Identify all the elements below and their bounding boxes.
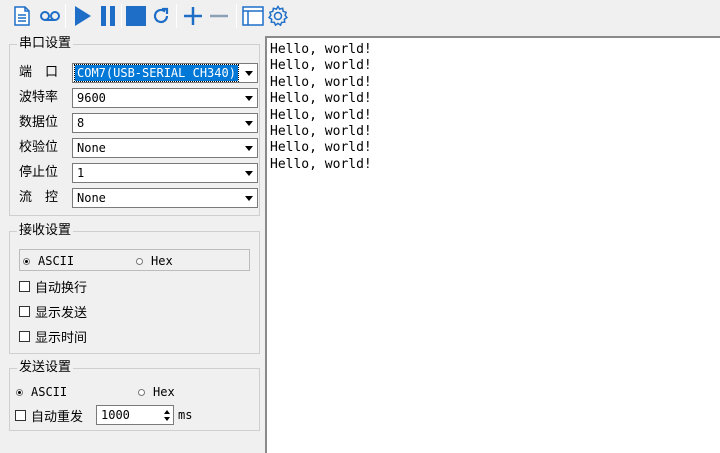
show-send-label: 显示发送 <box>35 305 88 321</box>
interval-spinbox[interactable]: 1000 <box>96 405 174 425</box>
checkbox-icon <box>19 330 30 342</box>
toolbar-separator <box>121 4 122 28</box>
serial-settings-title: 串口设置 <box>17 36 74 52</box>
record-icon[interactable] <box>37 3 63 29</box>
toolbar <box>0 0 720 32</box>
spin-buttons[interactable] <box>160 406 173 424</box>
baud-value: 9600 <box>77 91 106 105</box>
checkbox-icon <box>19 280 30 292</box>
auto-wrap-checkbox[interactable]: 自动换行 <box>19 278 88 296</box>
flow-select[interactable]: None <box>72 188 258 208</box>
baud-label: 波特率 <box>19 90 59 105</box>
stopbits-value: 1 <box>77 166 85 180</box>
spin-up-icon[interactable] <box>163 409 170 414</box>
chevron-down-icon[interactable] <box>241 64 257 82</box>
output-line: Hello, world! <box>270 140 372 156</box>
checkbox-icon <box>19 305 30 317</box>
parity-label: 校验位 <box>19 140 59 155</box>
radio-selected-icon <box>23 257 30 265</box>
output-line: Hello, world! <box>270 74 372 90</box>
parity-value: None <box>77 141 106 155</box>
send-ascii-radio[interactable]: ASCII <box>16 385 67 399</box>
toolbar-separator <box>176 4 177 28</box>
baud-select[interactable]: 9600 <box>72 88 258 108</box>
send-ascii-label: ASCII <box>31 385 68 399</box>
port-value: COM7(USB-SERIAL CH340) <box>74 64 239 82</box>
spin-down-icon[interactable] <box>163 416 170 421</box>
interval-value: 1000 <box>101 408 130 422</box>
parity-select[interactable]: None <box>72 138 258 158</box>
radio-unselected-icon <box>138 388 145 396</box>
output-line: Hello, world! <box>270 123 372 139</box>
remove-icon[interactable] <box>206 3 232 29</box>
auto-resend-checkbox[interactable]: 自动重发 <box>15 407 84 425</box>
port-row: 端 口 COM7(USB-SERIAL CH340) <box>19 63 259 83</box>
auto-resend-label: 自动重发 <box>31 409 84 425</box>
new-document-icon[interactable] <box>9 3 35 29</box>
toolbar-separator <box>236 4 237 28</box>
databits-label: 数据位 <box>19 115 59 130</box>
receive-mode-box: ASCII Hex <box>19 249 250 271</box>
baud-row: 波特率 9600 <box>19 88 259 108</box>
radio-unselected-icon <box>136 257 143 265</box>
stopbits-row: 停止位 1 <box>19 163 259 183</box>
chevron-down-icon[interactable] <box>241 164 257 182</box>
receive-settings-title: 接收设置 <box>17 223 74 239</box>
radio-selected-icon <box>16 388 23 396</box>
port-label: 端 口 <box>19 65 59 80</box>
settings-icon[interactable] <box>265 3 291 29</box>
flow-row: 流 控 None <box>19 188 259 208</box>
toolbar-separator <box>65 4 66 28</box>
flow-label: 流 控 <box>19 190 59 205</box>
receive-hex-label: Hex <box>151 254 173 268</box>
chevron-down-icon[interactable] <box>241 189 257 207</box>
show-send-checkbox[interactable]: 显示发送 <box>19 303 88 321</box>
parity-row: 校验位 None <box>19 138 259 158</box>
flow-value: None <box>77 191 106 205</box>
refresh-icon[interactable] <box>148 3 174 29</box>
show-time-checkbox[interactable]: 显示时间 <box>19 328 88 346</box>
output-line: Hello, world! <box>270 58 372 74</box>
output-line: Hello, world! <box>270 91 372 107</box>
window-icon[interactable] <box>240 3 266 29</box>
databits-value: 8 <box>77 116 85 130</box>
interval-unit: ms <box>178 408 193 422</box>
stop-icon[interactable] <box>123 3 149 29</box>
databits-select[interactable]: 8 <box>72 113 258 133</box>
receive-output-area[interactable]: Hello, world! Hello, world! Hello, world… <box>265 36 720 453</box>
add-icon[interactable] <box>180 3 206 29</box>
play-icon[interactable] <box>69 3 95 29</box>
checkbox-icon <box>15 409 26 421</box>
show-time-label: 显示时间 <box>35 330 88 346</box>
receive-ascii-label: ASCII <box>38 254 75 268</box>
port-select[interactable]: COM7(USB-SERIAL CH340) <box>72 63 258 83</box>
output-line: Hello, world! <box>270 107 372 123</box>
chevron-down-icon[interactable] <box>241 89 257 107</box>
send-settings-group: 发送设置 ASCII Hex 自动重发 1000 ms <box>9 360 260 431</box>
output-line: Hello, world! <box>270 156 372 172</box>
send-settings-title: 发送设置 <box>17 360 74 376</box>
receive-ascii-radio[interactable]: ASCII <box>23 254 74 268</box>
databits-row: 数据位 8 <box>19 113 259 133</box>
output-line: Hello, world! <box>270 42 372 57</box>
stopbits-select[interactable]: 1 <box>72 163 258 183</box>
serial-settings-group: 串口设置 端 口 COM7(USB-SERIAL CH340) 波特率 9600… <box>9 36 260 216</box>
pause-icon[interactable] <box>95 3 121 29</box>
receive-hex-radio[interactable]: Hex <box>136 254 173 268</box>
chevron-down-icon[interactable] <box>241 139 257 157</box>
receive-settings-group: 接收设置 ASCII Hex 自动换行 显示发送 显示时间 <box>9 223 260 354</box>
chevron-down-icon[interactable] <box>241 114 257 132</box>
stopbits-label: 停止位 <box>19 165 59 180</box>
send-hex-radio[interactable]: Hex <box>138 385 175 399</box>
send-hex-label: Hex <box>153 385 175 399</box>
auto-wrap-label: 自动换行 <box>35 280 88 296</box>
